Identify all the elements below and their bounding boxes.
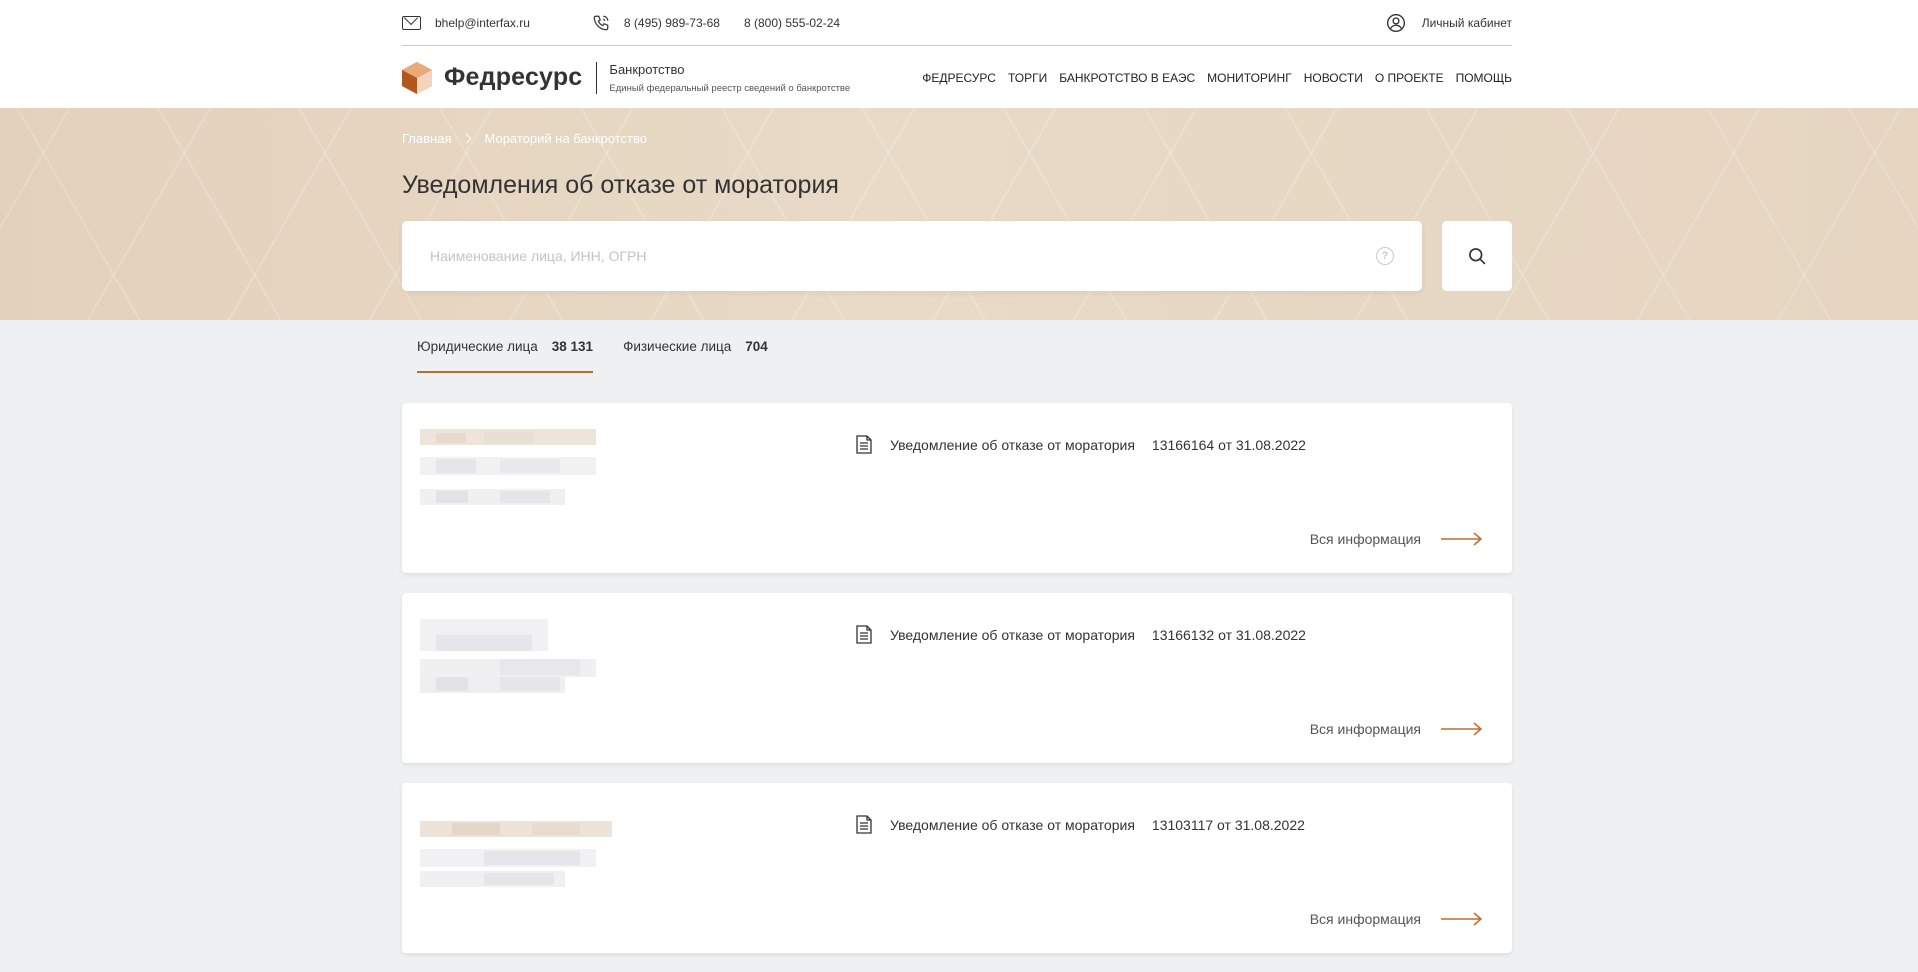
arrow-right-icon (1441, 532, 1483, 546)
brand-subtitle: Банкротство Единый федеральный реестр св… (609, 62, 850, 94)
tab-count: 704 (745, 339, 768, 354)
email-link[interactable]: bhelp@interfax.ru (402, 15, 530, 30)
nav-torgi[interactable]: ТОРГИ (1008, 71, 1047, 85)
entity-tabs: Юридические лица 38 131 Физические лица … (417, 320, 798, 373)
cabinet-link[interactable]: Личный кабинет (1386, 13, 1512, 33)
breadcrumb-home[interactable]: Главная (402, 131, 451, 146)
page-title: Уведомления об отказе от моратория (402, 171, 839, 199)
mail-icon (402, 15, 421, 30)
more-info-label: Вся информация (1309, 911, 1421, 927)
section-name: Банкротство (609, 61, 685, 77)
nav-help[interactable]: ПОМОЩЬ (1456, 71, 1512, 85)
notice-document: Уведомление об отказе от моратория 13166… (856, 625, 1306, 644)
logo-text[interactable]: Федресурс (444, 63, 582, 92)
search-box: ? (402, 221, 1422, 291)
more-info-label: Вся информация (1309, 531, 1421, 547)
tab-label: Физические лица (623, 339, 732, 354)
hero-banner: Главная Мораторий на банкротство Уведомл… (0, 108, 1918, 320)
fedresurs-logo-icon[interactable] (402, 61, 432, 94)
email-text: bhelp@interfax.ru (435, 15, 530, 30)
nav-monitoring[interactable]: МОНИТОРИНГ (1207, 71, 1292, 85)
brand-row: Федресурс Банкротство Единый федеральный… (402, 47, 1512, 108)
cabinet-label: Личный кабинет (1421, 15, 1512, 30)
more-info-link[interactable]: Вся информация (1310, 531, 1483, 547)
phone-1[interactable]: 8 (495) 989-73-68 (624, 16, 720, 30)
tab-label: Юридические лица (417, 339, 538, 354)
document-title: Уведомление об отказе от моратория (890, 816, 1135, 833)
tab-individuals[interactable]: Физические лица 704 (623, 320, 768, 373)
notice-card[interactable]: Уведомление об отказе от моратория 13103… (402, 783, 1512, 953)
brand-divider (596, 61, 598, 94)
notice-document: Уведомление об отказе от моратория 13103… (856, 815, 1305, 834)
contact-bar: bhelp@interfax.ru 8 (495) 989-73-68 8 (8… (402, 0, 1512, 46)
header: bhelp@interfax.ru 8 (495) 989-73-68 8 (8… (0, 0, 1918, 108)
document-title: Уведомление об отказе от моратория (890, 626, 1135, 643)
nav-news[interactable]: НОВОСТИ (1304, 71, 1363, 85)
main-nav: ФЕДРЕСУРС ТОРГИ БАНКРОТСТВО В ЕАЭС МОНИТ… (922, 71, 1512, 85)
document-icon (856, 625, 872, 644)
notice-card[interactable]: Уведомление об отказе от моратория 13166… (402, 593, 1512, 763)
nav-about[interactable]: О ПРОЕКТЕ (1375, 71, 1444, 85)
document-number: 13166164 от 31.08.2022 (1151, 436, 1306, 453)
redacted-company-name (420, 429, 600, 509)
more-info-link[interactable]: Вся информация (1310, 911, 1483, 927)
nav-bankruptcy-eaeu[interactable]: БАНКРОТСТВО В ЕАЭС (1059, 71, 1195, 85)
breadcrumb-current: Мораторий на банкротство (484, 131, 647, 146)
nav-fedresurs[interactable]: ФЕДРЕСУРС (922, 71, 996, 85)
arrow-right-icon (1441, 722, 1483, 736)
search-button[interactable] (1442, 221, 1512, 291)
document-icon (856, 435, 872, 454)
search-icon (1469, 248, 1486, 265)
search-input[interactable] (430, 248, 1376, 264)
notice-document: Уведомление об отказе от моратория 13166… (856, 435, 1306, 454)
more-info-label: Вся информация (1309, 721, 1421, 737)
breadcrumb: Главная Мораторий на банкротство (402, 131, 647, 146)
tab-legal-entities[interactable]: Юридические лица 38 131 (417, 320, 594, 373)
more-info-link[interactable]: Вся информация (1310, 721, 1483, 737)
phone-2[interactable]: 8 (800) 555-02-24 (744, 16, 840, 30)
help-icon[interactable]: ? (1376, 247, 1394, 265)
document-title: Уведомление об отказе от моратория (890, 436, 1135, 453)
notice-card[interactable]: Уведомление об отказе от моратория 13166… (402, 403, 1512, 573)
document-icon (856, 815, 872, 834)
redacted-company-name (420, 809, 612, 889)
document-number: 13103117 от 31.08.2022 (1151, 816, 1305, 833)
redacted-company-name (420, 619, 600, 699)
user-icon (1386, 13, 1405, 32)
arrow-right-icon (1441, 912, 1483, 926)
document-number: 13166132 от 31.08.2022 (1151, 626, 1306, 643)
section-tagline: Единый федеральный реестр сведений о бан… (609, 82, 851, 94)
tab-count: 38 131 (551, 339, 594, 354)
phone-icon (593, 15, 609, 30)
chevron-right-icon (462, 133, 472, 144)
